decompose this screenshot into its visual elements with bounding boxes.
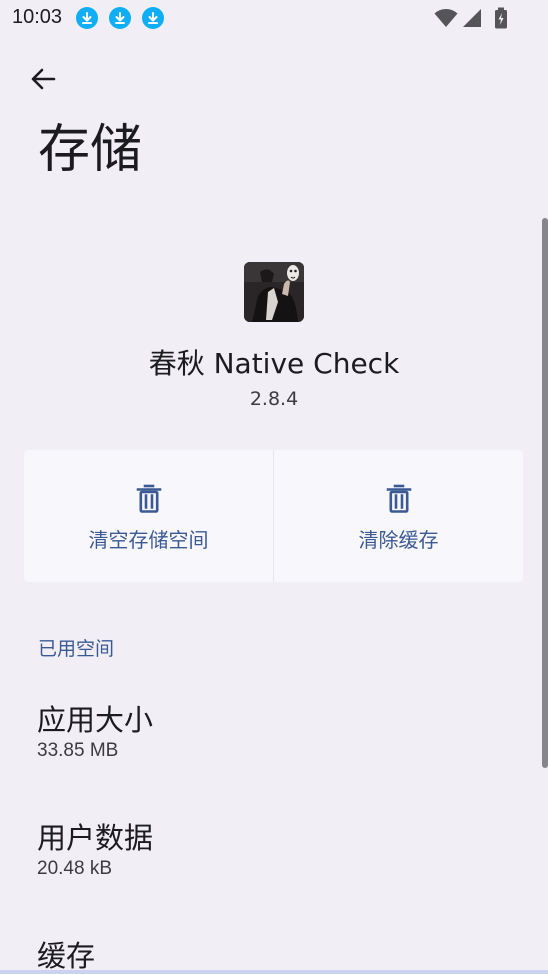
clear-cache-button[interactable]: 清除缓存 (273, 450, 523, 582)
arrow-back-icon (31, 68, 56, 90)
status-time: 10:03 (12, 6, 63, 28)
clear-storage-button[interactable]: 清空存储空间 (24, 450, 273, 582)
stat-app-size[interactable]: 应用大小 33.85 MB (37, 702, 153, 762)
nav-handle-bar (0, 970, 548, 974)
status-bar: 10:03 (0, 0, 548, 36)
stat-title: 应用大小 (37, 703, 154, 737)
app-name: 春秋 Native Check (148, 347, 400, 380)
app-icon (244, 262, 304, 322)
trash-icon (386, 484, 411, 513)
signal-icon (463, 9, 481, 27)
stat-title: 用户数据 (37, 821, 154, 855)
download-icon (76, 7, 98, 29)
clear-storage-label: 清空存储空间 (88, 528, 209, 552)
clear-cache-label: 清除缓存 (358, 528, 439, 552)
battery-icon (495, 7, 507, 29)
back-button[interactable] (26, 62, 60, 96)
section-header-used-space: 已用空间 (38, 638, 115, 660)
trash-icon (136, 484, 161, 513)
stat-value: 33.85 MB (37, 740, 119, 761)
stat-title: 缓存 (37, 939, 96, 973)
download-icon (142, 7, 164, 29)
actions-card: 清空存储空间 清除缓存 (24, 450, 523, 582)
download-icon (109, 7, 131, 29)
status-icons (434, 7, 508, 29)
page-title: 存储 (38, 120, 143, 180)
wifi-icon (434, 9, 458, 27)
stat-value: 20.48 kB (37, 858, 112, 879)
scrollbar[interactable] (542, 218, 548, 768)
stat-user-data[interactable]: 用户数据 20.48 kB (37, 820, 153, 880)
stat-cache[interactable]: 缓存 (37, 938, 95, 974)
app-version: 2.8.4 (249, 388, 299, 410)
